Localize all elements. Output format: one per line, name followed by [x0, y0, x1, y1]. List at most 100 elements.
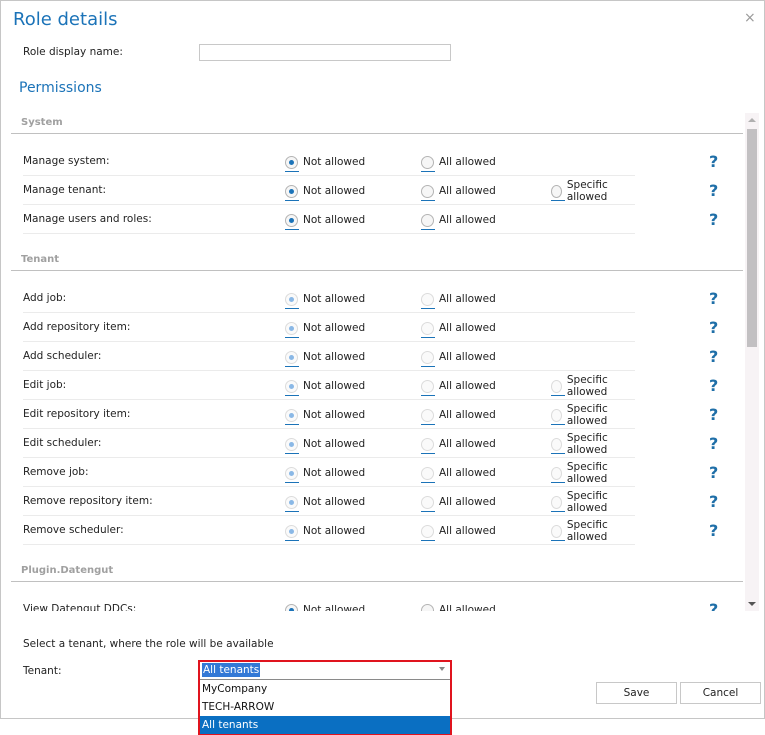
radio-button[interactable] [421, 524, 435, 541]
radio-not-allowed[interactable]: Not allowed [285, 602, 365, 611]
radio-not-allowed[interactable]: Not allowed [285, 183, 365, 201]
scroll-up-icon[interactable] [748, 118, 756, 122]
scroll-down-icon[interactable] [748, 602, 756, 606]
radio-specific-allowed[interactable]: Specific allowed [551, 461, 635, 485]
radio-button[interactable] [421, 321, 435, 338]
help-icon[interactable]: ? [709, 152, 718, 171]
help-icon[interactable]: ? [709, 434, 718, 453]
help-icon[interactable]: ? [709, 289, 718, 308]
tenant-option[interactable]: All tenants [200, 716, 450, 734]
radio-label: All allowed [439, 156, 496, 168]
radio-button[interactable] [285, 321, 299, 338]
radio-not-allowed[interactable]: Not allowed [285, 320, 365, 338]
permission-label: Manage system: [23, 155, 110, 167]
save-button[interactable]: Save [596, 682, 677, 704]
radio-all-allowed[interactable]: All allowed [421, 407, 496, 425]
radio-button[interactable] [551, 524, 565, 541]
radio-not-allowed[interactable]: Not allowed [285, 378, 365, 396]
radio-all-allowed[interactable]: All allowed [421, 523, 496, 541]
radio-button[interactable] [551, 379, 565, 396]
radio-not-allowed[interactable]: Not allowed [285, 212, 365, 230]
radio-all-allowed[interactable]: All allowed [421, 494, 496, 512]
radio-not-allowed[interactable]: Not allowed [285, 154, 365, 172]
radio-label: All allowed [439, 351, 496, 363]
radio-not-allowed[interactable]: Not allowed [285, 291, 365, 309]
radio-button[interactable] [285, 184, 299, 201]
radio-button[interactable] [421, 379, 435, 396]
radio-not-allowed[interactable]: Not allowed [285, 494, 365, 512]
radio-all-allowed[interactable]: All allowed [421, 602, 496, 611]
radio-not-allowed[interactable]: Not allowed [285, 407, 365, 425]
radio-button[interactable] [421, 437, 435, 454]
radio-specific-allowed[interactable]: Specific allowed [551, 179, 635, 203]
tenant-option[interactable]: MyCompany [200, 680, 450, 698]
radio-all-allowed[interactable]: All allowed [421, 320, 496, 338]
help-icon[interactable]: ? [709, 347, 718, 366]
radio-button[interactable] [551, 495, 565, 512]
permission-row: Edit repository item: Not allowed All allo… [23, 400, 718, 429]
radio-button[interactable] [421, 184, 435, 201]
radio-button[interactable] [285, 408, 299, 425]
permission-row: Manage users and roles: Not allowed All al… [23, 205, 718, 234]
radio-button[interactable] [285, 603, 298, 611]
cancel-button[interactable]: Cancel [680, 682, 761, 704]
radio-button[interactable] [421, 466, 435, 483]
radio-button[interactable] [285, 466, 299, 483]
tenant-select-value[interactable]: All tenants [202, 663, 261, 677]
help-icon[interactable]: ? [709, 210, 718, 229]
help-icon[interactable]: ? [709, 492, 718, 511]
radio-button[interactable] [285, 350, 299, 367]
radio-button[interactable] [421, 292, 435, 309]
radio-specific-allowed[interactable]: Specific allowed [551, 374, 635, 398]
radio-button[interactable] [285, 213, 299, 230]
radio-all-allowed[interactable]: All allowed [421, 378, 496, 396]
tenant-select[interactable]: All tenants MyCompany TECH-ARROW All tenan… [198, 660, 452, 735]
radio-button[interactable] [421, 408, 435, 425]
help-icon[interactable]: ? [709, 463, 718, 482]
radio-button[interactable] [421, 603, 434, 611]
section-title: Tenant [21, 254, 60, 265]
radio-button[interactable] [421, 495, 435, 512]
radio-button[interactable] [551, 466, 565, 483]
radio-all-allowed[interactable]: All allowed [421, 349, 496, 367]
radio-button[interactable] [551, 184, 565, 201]
radio-not-allowed[interactable]: Not allowed [285, 523, 365, 541]
help-icon[interactable]: ? [709, 181, 718, 200]
radio-all-allowed[interactable]: All allowed [421, 291, 496, 309]
help-icon[interactable]: ? [709, 600, 718, 611]
radio-button[interactable] [285, 495, 299, 512]
radio-specific-allowed[interactable]: Specific allowed [551, 403, 635, 427]
help-icon[interactable]: ? [709, 376, 718, 395]
radio-button[interactable] [285, 379, 299, 396]
radio-specific-allowed[interactable]: Specific allowed [551, 519, 635, 543]
radio-all-allowed[interactable]: All allowed [421, 183, 496, 201]
radio-all-allowed[interactable]: All allowed [421, 212, 496, 230]
radio-button[interactable] [421, 350, 435, 367]
tenant-option[interactable]: TECH-ARROW [200, 698, 450, 716]
radio-button[interactable] [551, 408, 565, 425]
radio-button[interactable] [421, 213, 435, 230]
radio-specific-allowed[interactable]: Specific allowed [551, 432, 635, 456]
radio-button[interactable] [551, 437, 565, 454]
help-icon[interactable]: ? [709, 318, 718, 337]
help-icon[interactable]: ? [709, 521, 718, 540]
radio-all-allowed[interactable]: All allowed [421, 436, 496, 454]
role-display-name-input[interactable] [199, 44, 451, 61]
radio-all-allowed[interactable]: All allowed [421, 465, 496, 483]
radio-specific-allowed[interactable]: Specific allowed [551, 490, 635, 514]
radio-all-allowed[interactable]: All allowed [421, 154, 496, 172]
radio-button[interactable] [285, 437, 299, 454]
radio-not-allowed[interactable]: Not allowed [285, 349, 365, 367]
radio-not-allowed[interactable]: Not allowed [285, 465, 365, 483]
radio-button[interactable] [285, 524, 299, 541]
chevron-down-icon[interactable] [439, 667, 445, 671]
radio-button[interactable] [421, 155, 435, 172]
scrollbar-thumb[interactable] [747, 129, 757, 347]
radio-not-allowed[interactable]: Not allowed [285, 436, 365, 454]
close-icon[interactable]: × [744, 11, 756, 25]
radio-label: Specific allowed [566, 519, 608, 543]
vertical-scrollbar[interactable] [745, 113, 759, 611]
help-icon[interactable]: ? [709, 405, 718, 424]
radio-button[interactable] [285, 155, 299, 172]
radio-button[interactable] [285, 292, 299, 309]
